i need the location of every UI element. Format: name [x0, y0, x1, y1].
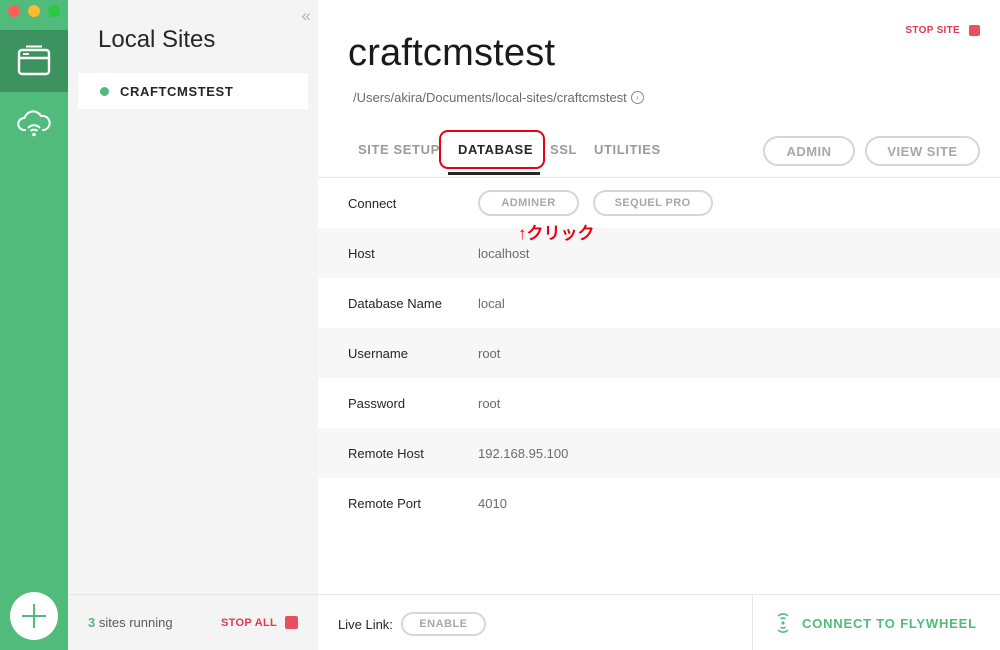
- tab-database[interactable]: DATABASE: [458, 142, 533, 157]
- row-label: Remote Port: [348, 495, 421, 511]
- footer-divider: [752, 595, 753, 650]
- zoom-window-button[interactable]: [48, 5, 60, 17]
- row-value: localhost: [478, 245, 530, 261]
- stop-square-icon: [285, 616, 298, 629]
- stop-site-label: STOP SITE: [905, 25, 960, 36]
- table-row: Remote Host 192.168.95.100: [318, 428, 1000, 478]
- minimize-window-button[interactable]: [28, 5, 40, 17]
- table-row: Username root: [318, 328, 1000, 378]
- row-value: root: [478, 345, 501, 361]
- browser-window-icon: [17, 45, 51, 76]
- site-title: craftcmstest: [348, 32, 556, 74]
- tab-ssl[interactable]: SSL: [550, 142, 577, 157]
- database-info-table: Connect ADMINER SEQUEL PRO Host localhos…: [318, 178, 1000, 528]
- app-rail: [0, 0, 68, 650]
- live-link: Live Link: ENABLE: [338, 612, 486, 636]
- sites-footer: 3 sites running STOP ALL: [68, 594, 318, 650]
- connect-to-flywheel-button[interactable]: CONNECT TO FLYWHEEL: [776, 612, 977, 634]
- click-annotation: ↑クリック: [518, 224, 595, 243]
- row-value: local: [478, 295, 505, 311]
- rail-sites-button[interactable]: [0, 30, 68, 92]
- row-label: Host: [348, 245, 375, 261]
- flywheel-label: CONNECT TO FLYWHEEL: [802, 615, 977, 631]
- sites-panel: « Local Sites CRAFTCMSTEST 3 sites runni…: [68, 0, 318, 650]
- table-row: Remote Port 4010: [318, 478, 1000, 528]
- live-link-label: Live Link:: [338, 616, 393, 632]
- row-label: Username: [348, 345, 408, 361]
- site-path: /Users/akira/Documents/local-sites/craft…: [353, 90, 644, 105]
- site-list-item[interactable]: CRAFTCMSTEST: [78, 73, 308, 109]
- reveal-in-finder-icon[interactable]: ›: [630, 91, 644, 104]
- tab-utilities[interactable]: UTILITIES: [594, 142, 661, 157]
- window-controls: [8, 5, 60, 17]
- sites-title: Local Sites: [98, 26, 216, 53]
- table-row: Host localhost: [318, 228, 1000, 278]
- admin-button[interactable]: ADMIN: [763, 136, 855, 166]
- stop-site-button[interactable]: STOP SITE: [905, 25, 980, 36]
- stop-square-icon: [969, 25, 980, 36]
- table-row: Database Name local: [318, 278, 1000, 328]
- stop-all-label: STOP ALL: [221, 616, 277, 629]
- plus-icon: [22, 604, 46, 628]
- row-label: Password: [348, 395, 406, 411]
- active-tab-indicator: [448, 172, 540, 175]
- close-window-button[interactable]: [8, 5, 20, 17]
- enable-live-link-button[interactable]: ENABLE: [400, 612, 486, 636]
- site-list-item-label: CRAFTCMSTEST: [120, 83, 234, 99]
- site-detail-panel: STOP SITE craftcmstest /Users/akira/Docu…: [318, 0, 1000, 650]
- table-row: Connect ADMINER SEQUEL PRO: [318, 178, 1000, 228]
- site-path-text: /Users/akira/Documents/local-sites/craft…: [353, 90, 627, 105]
- site-running-status-dot: [100, 86, 109, 96]
- add-site-button[interactable]: [10, 592, 58, 640]
- row-value: 4010: [478, 495, 507, 511]
- row-label: Connect: [348, 195, 397, 211]
- sites-running-text: sites running: [95, 615, 173, 630]
- view-site-button[interactable]: VIEW SITE: [865, 136, 980, 166]
- flywheel-antenna-icon: [777, 613, 789, 633]
- row-label: Remote Host: [348, 445, 424, 461]
- adminer-button[interactable]: ADMINER: [478, 190, 579, 216]
- rail-cloud-button[interactable]: [0, 104, 68, 144]
- collapse-sidebar-icon[interactable]: «: [302, 6, 312, 26]
- main-footer: Live Link: ENABLE CONNECT TO FLYWHEEL: [318, 594, 1000, 650]
- row-label: Database Name: [348, 295, 442, 311]
- stop-all-button[interactable]: STOP ALL: [221, 616, 298, 629]
- sequel-pro-button[interactable]: SEQUEL PRO: [592, 190, 713, 216]
- sites-running-status: 3 sites running: [88, 615, 173, 630]
- row-value: 192.168.95.100: [478, 445, 569, 461]
- table-row: Password root: [318, 378, 1000, 428]
- connect-buttons: ADMINER SEQUEL PRO: [478, 190, 723, 216]
- row-value: root: [478, 395, 501, 411]
- cloud-wifi-icon: [17, 110, 51, 137]
- tab-site-setup[interactable]: SITE SETUP: [358, 142, 440, 157]
